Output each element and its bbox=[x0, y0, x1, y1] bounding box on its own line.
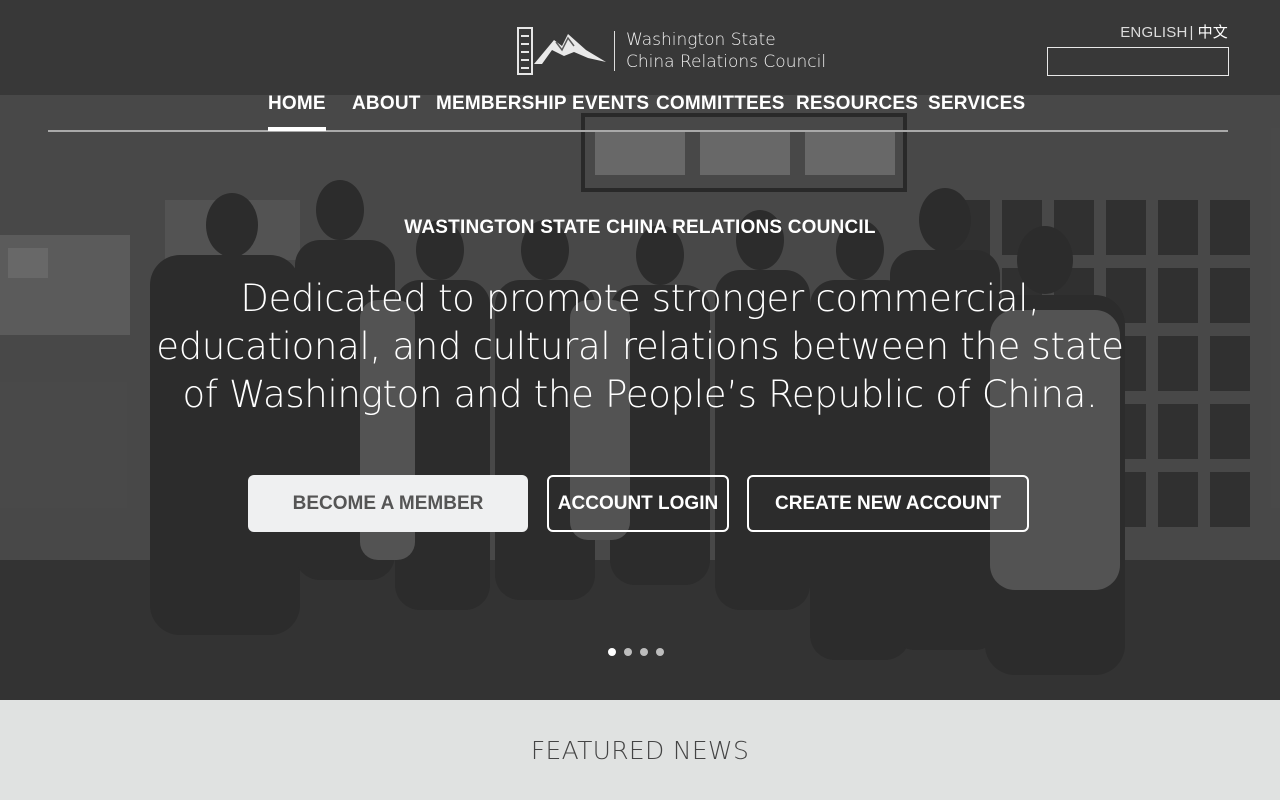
nav-item-membership[interactable]: MEMBERSHIP bbox=[436, 93, 567, 115]
carousel-dot-1[interactable] bbox=[608, 648, 616, 656]
main-nav: HOME ABOUT MEMBERSHIP EVENTS COMMITTEES … bbox=[48, 90, 1228, 132]
hero-kicker: WASTINGTON STATE CHINA RELATIONS COUNCIL bbox=[404, 217, 876, 238]
logo-mountain-icon bbox=[517, 27, 606, 75]
nav-item-home[interactable]: HOME bbox=[268, 93, 326, 131]
lang-chinese-link[interactable]: 中文 bbox=[1198, 24, 1228, 41]
logo-line-2: China Relations Council bbox=[626, 52, 827, 72]
logo-divider bbox=[614, 31, 615, 71]
featured-news-section: FEATURED NEWS bbox=[0, 700, 1280, 800]
create-account-button[interactable]: CREATE NEW ACCOUNT bbox=[747, 475, 1029, 532]
search-input[interactable] bbox=[1048, 48, 1228, 75]
nav-item-committees[interactable]: COMMITTEES bbox=[656, 93, 785, 115]
logo-line-1: Washington State bbox=[626, 30, 776, 50]
carousel-dot-4[interactable] bbox=[656, 648, 664, 656]
hero-banner: Washington State China Relations Council… bbox=[0, 0, 1280, 700]
nav-item-events[interactable]: EVENTS bbox=[572, 93, 649, 115]
carousel-dot-3[interactable] bbox=[640, 648, 648, 656]
carousel-dot-2[interactable] bbox=[624, 648, 632, 656]
carousel-dots bbox=[608, 648, 664, 656]
site-logo[interactable]: Washington State China Relations Council bbox=[516, 24, 836, 78]
logo-wordmark: Washington State China Relations Council bbox=[626, 29, 826, 73]
nav-item-resources[interactable]: RESOURCES bbox=[796, 93, 918, 115]
hero-headline: Dedicated to promote stronger commercial… bbox=[156, 277, 1124, 416]
featured-news-title: FEATURED NEWS bbox=[530, 736, 750, 765]
language-switcher: ENGLISH | 中文 bbox=[1120, 21, 1228, 42]
nav-item-about[interactable]: ABOUT bbox=[352, 93, 421, 115]
lang-separator: | bbox=[1189, 24, 1194, 41]
search-box bbox=[1047, 47, 1229, 76]
account-login-button[interactable]: ACCOUNT LOGIN bbox=[547, 475, 729, 532]
become-member-button[interactable]: BECOME A MEMBER bbox=[248, 475, 528, 532]
lang-english-link[interactable]: ENGLISH bbox=[1120, 24, 1187, 41]
nav-item-services[interactable]: SERVICES bbox=[928, 93, 1025, 115]
